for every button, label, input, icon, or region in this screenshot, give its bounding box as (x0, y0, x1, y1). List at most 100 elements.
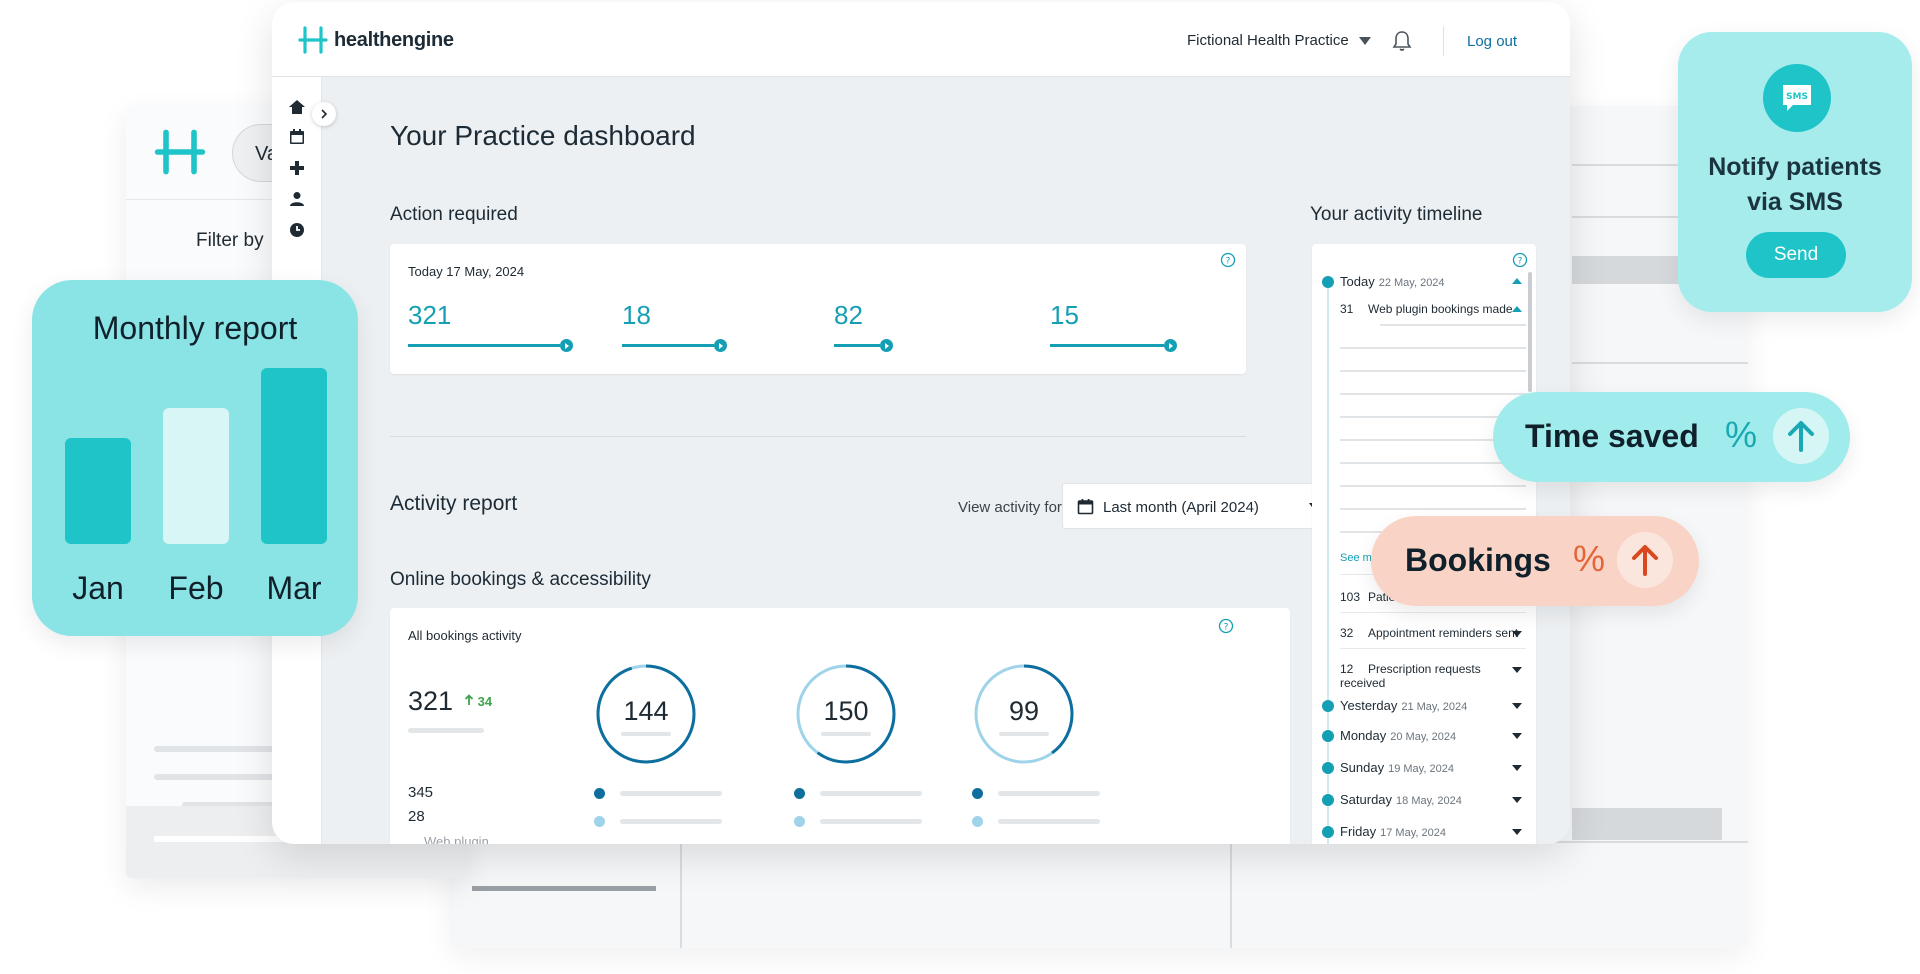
day-label: Saturday (1340, 792, 1393, 807)
svg-text:?: ? (1226, 257, 1231, 267)
sms-title-line: via SMS (1747, 188, 1843, 216)
timeline-day[interactable]: Sunday 19 May, 2024 (1340, 760, 1454, 775)
chevron-down-icon (1358, 36, 1371, 45)
timeline-day[interactable]: Saturday 18 May, 2024 (1340, 792, 1462, 807)
timeline-dot (1322, 276, 1334, 288)
activity-report-heading: Activity report (390, 492, 518, 515)
day-date: 18 May, 2024 (1396, 795, 1462, 807)
user-icon[interactable] (287, 189, 307, 209)
home-icon[interactable] (287, 97, 307, 117)
placeholder-line (1340, 393, 1526, 395)
expand-nav-button[interactable] (312, 102, 336, 126)
metric-arrow-icon[interactable] (1164, 339, 1177, 352)
day-label: Today (1340, 274, 1375, 289)
practice-selector[interactable]: Fictional Health Practice (1187, 32, 1371, 49)
plus-icon[interactable] (287, 158, 307, 178)
collapse-icon[interactable] (1512, 278, 1522, 284)
timeline-dot (1322, 762, 1334, 774)
expand-icon[interactable] (1512, 765, 1522, 771)
timeline-day[interactable]: Friday 17 May, 2024 (1340, 824, 1446, 839)
ring-value: 150 (823, 696, 869, 726)
table-scrollbar[interactable] (472, 886, 656, 891)
sms-title-line: Notify patients (1708, 153, 1882, 181)
timeline-scrollbar[interactable] (1528, 272, 1532, 392)
monthly-bar-jan (65, 438, 131, 544)
brand-name: healthengine (334, 28, 454, 51)
timeline-item[interactable]: 32 Appointment reminders sent (1340, 626, 1526, 640)
svg-text:?: ? (1518, 257, 1523, 267)
timeline-item[interactable]: 31 Web plugin bookings made (1340, 302, 1526, 316)
expand-icon[interactable] (1512, 667, 1522, 673)
action-required-heading: Action required (390, 204, 518, 225)
table-row-line (1572, 362, 1748, 364)
legend-dot (972, 788, 983, 799)
help-icon[interactable]: ? (1512, 252, 1528, 268)
filter-by-label: Filter by (196, 230, 264, 251)
timeline-separator (1340, 612, 1526, 613)
logout-link[interactable]: Log out (1467, 33, 1517, 50)
send-sms-button[interactable]: Send (1746, 232, 1846, 278)
metric-value[interactable]: 82 (834, 300, 863, 331)
item-label: Web plugin bookings made (1368, 302, 1513, 316)
bookings-label: Bookings (1405, 542, 1551, 578)
table-col-line (1230, 841, 1232, 948)
expand-icon[interactable] (1512, 733, 1522, 739)
legend-dot (794, 816, 805, 827)
metric-arrow-icon[interactable] (880, 339, 893, 352)
action-date: Today 17 May, 2024 (408, 264, 525, 279)
placeholder-line (820, 819, 922, 824)
day-label: Monday (1340, 728, 1387, 743)
sms-icon: SMS (1763, 64, 1831, 132)
bookings-delta: 34 (464, 694, 492, 709)
percent-symbol: % (1725, 414, 1758, 455)
item-label: Appointment reminders sent (1368, 626, 1519, 640)
legend-dot (594, 788, 605, 799)
section-divider (390, 436, 1246, 437)
time-saved-label: Time saved (1525, 418, 1699, 454)
timeline-day[interactable]: Monday 20 May, 2024 (1340, 728, 1456, 743)
expand-icon[interactable] (1512, 829, 1522, 835)
clock-icon[interactable] (287, 220, 307, 240)
metric-bar (1050, 344, 1164, 347)
timeline-day-today[interactable]: Today 22 May, 2024 (1340, 274, 1445, 289)
all-bookings-card: All bookings activity ? 321 34 345 28 We… (390, 608, 1290, 844)
timeline-item[interactable]: 12 Prescription requests received (1340, 662, 1526, 690)
metric-bar (408, 344, 560, 347)
legend-dot (594, 816, 605, 827)
activity-period-value: Last month (April 2024) (1103, 499, 1259, 516)
arrow-up-icon (1617, 532, 1673, 588)
help-icon[interactable]: ? (1218, 618, 1234, 634)
activity-period-select[interactable]: Last month (April 2024) (1062, 483, 1336, 529)
legend-dot (972, 816, 983, 827)
bell-icon[interactable] (1392, 30, 1412, 52)
timeline-dot (1322, 826, 1334, 838)
table-cell-placeholder (1572, 808, 1722, 840)
chevron-right-icon (321, 109, 328, 119)
calendar-icon[interactable] (287, 127, 307, 147)
metric-value[interactable]: 321 (408, 300, 451, 331)
timeline-day[interactable]: Yesterday 21 May, 2024 (1340, 698, 1467, 713)
collapse-icon[interactable] (1512, 306, 1522, 312)
svg-text:SMS: SMS (1786, 92, 1808, 102)
day-date: 19 May, 2024 (1388, 763, 1454, 775)
bookings-badge: Bookings % (1371, 516, 1699, 606)
metric-value[interactable]: 15 (1050, 300, 1079, 331)
expand-icon[interactable] (1512, 631, 1522, 637)
percent-symbol: % (1573, 538, 1606, 579)
arrow-up-icon (464, 694, 474, 705)
help-icon[interactable]: ? (1220, 252, 1236, 268)
metric-arrow-icon[interactable] (714, 339, 727, 352)
view-activity-label: View activity for (958, 499, 1062, 516)
placeholder-line (1340, 370, 1526, 372)
metric-value[interactable]: 18 (622, 300, 651, 331)
expand-icon[interactable] (1512, 797, 1522, 803)
metric-arrow-icon[interactable] (560, 339, 573, 352)
placeholder-line (998, 791, 1100, 796)
expand-icon[interactable] (1512, 703, 1522, 709)
placeholder-line (1380, 324, 1526, 326)
total-bookings: 321 (408, 686, 454, 716)
brand[interactable]: healthengine (296, 24, 454, 56)
month-label: Jan (72, 570, 124, 606)
ring-value: 144 (623, 696, 669, 726)
placeholder-line (820, 791, 922, 796)
